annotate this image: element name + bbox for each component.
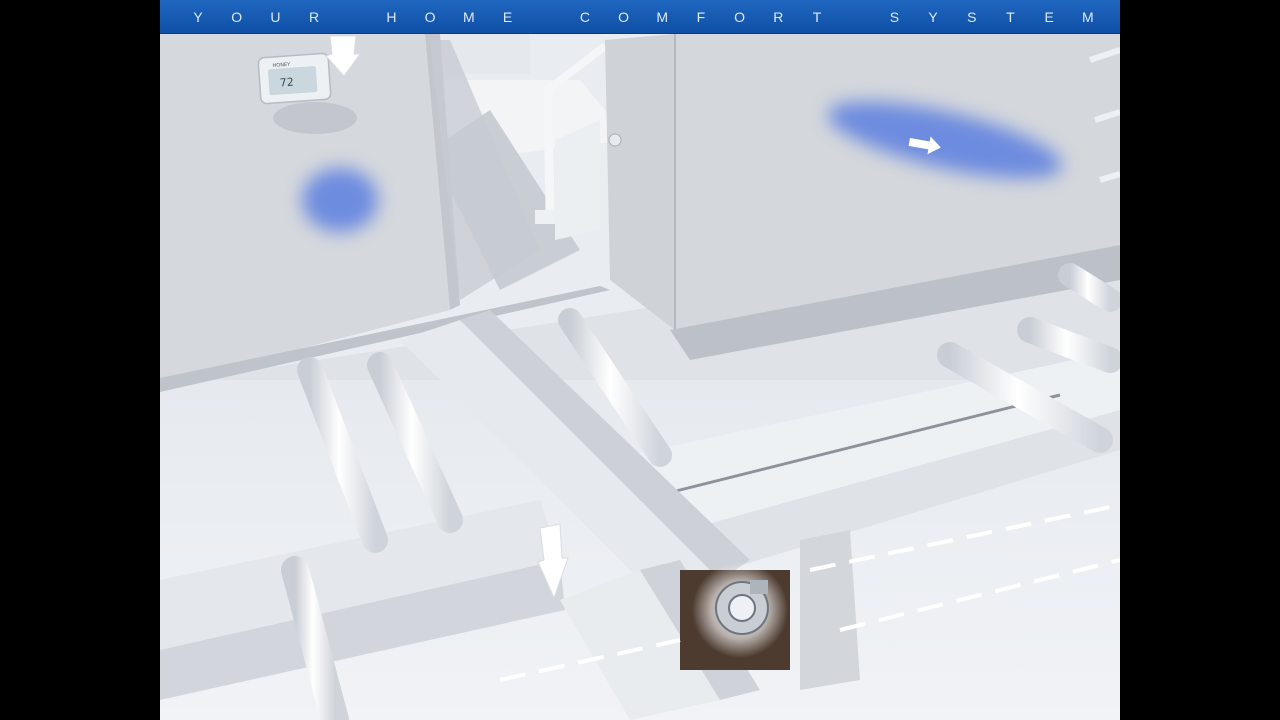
title-letter: R [309,8,320,25]
thermostat-shadow [273,102,357,134]
title-letter: T [812,8,822,25]
support-column [800,530,860,690]
blower-fan-icon [715,580,769,635]
animation-viewport: HONEY 72 Y O U R H O M E C O M F O R T S… [160,0,1120,720]
title-letter: O [734,8,746,25]
title-letter: U [270,8,281,25]
title-letter: H [386,8,397,25]
airflow-vent-left [302,168,378,232]
title-letter: S [967,8,977,25]
title-letter: T [1006,8,1015,25]
title-letter: E [502,8,513,25]
title-letter: Y [928,8,938,25]
title-letter: R [773,8,784,25]
title-letter: M [462,8,475,25]
title-letter: O [231,8,243,25]
title-letter: F [696,8,706,25]
thermostat: HONEY 72 [257,52,332,105]
video-frame: HONEY 72 Y O U R H O M E C O M F O R T S… [0,0,1280,720]
title-bar: YOURHOMECOMFORTSYSTEM [160,0,1120,34]
title-letter: S [889,8,900,25]
title-letter: E [1044,8,1054,25]
title-letter: C [579,8,590,25]
title-letter: Y [193,8,203,25]
title-letter: M [1081,8,1094,25]
title-letter: O [618,8,629,25]
door-knob [608,133,622,147]
hvac-scene-illustration: HONEY 72 [160,0,1120,720]
title-letter: M [656,8,669,25]
thermostat-temperature: 72 [279,76,294,90]
title-letter: O [424,8,436,25]
